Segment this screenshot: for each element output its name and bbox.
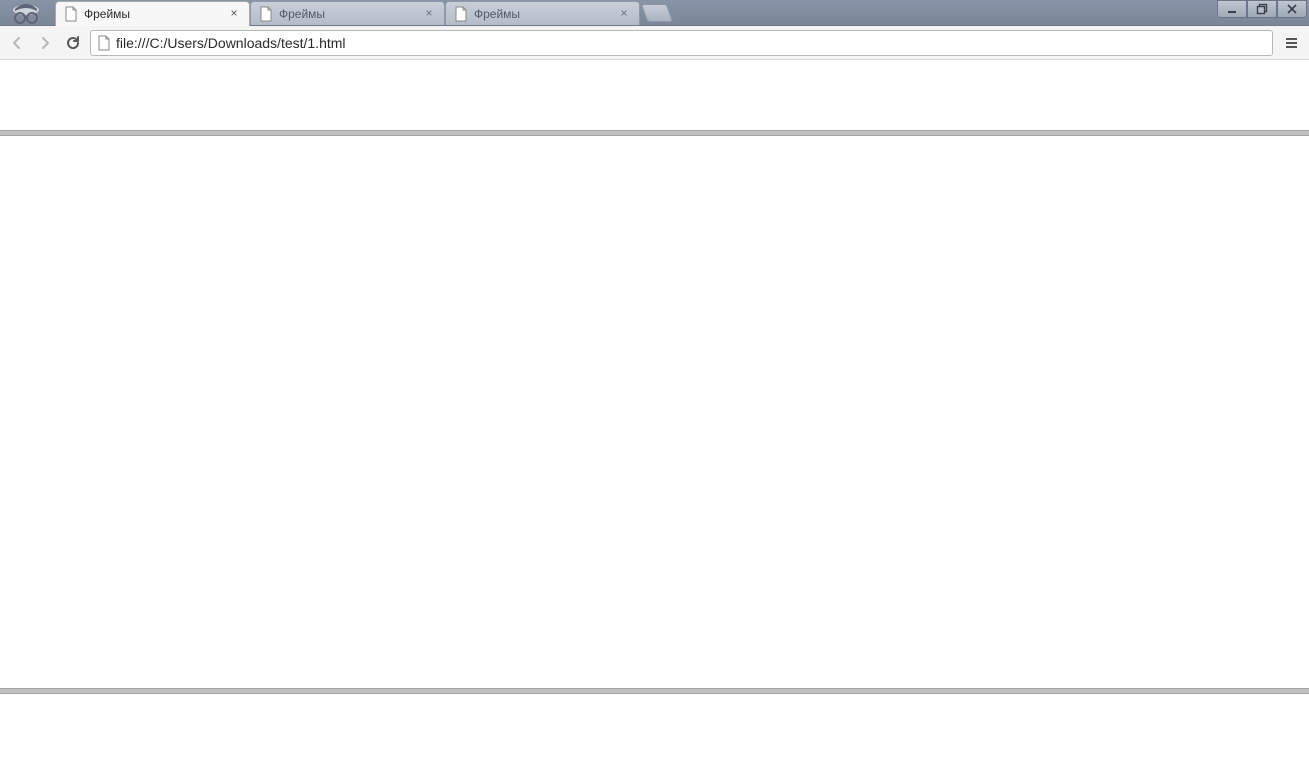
frame-row-middle (0, 136, 1309, 688)
tab-title: Фреймы (474, 7, 617, 21)
window-minimize-button[interactable] (1217, 0, 1247, 18)
window-close-button[interactable] (1277, 0, 1307, 18)
frame-row-bottom (0, 694, 1309, 764)
chrome-menu-button[interactable] (1279, 31, 1303, 55)
file-icon (454, 6, 468, 22)
reload-button[interactable] (62, 32, 84, 54)
url-input[interactable] (116, 35, 1266, 51)
browser-tab-0[interactable]: Фреймы × (55, 1, 250, 26)
page-content (0, 60, 1309, 767)
omnibox[interactable] (90, 30, 1273, 56)
browser-tab-2[interactable]: Фреймы × (445, 1, 640, 25)
window-maximize-button[interactable] (1247, 0, 1277, 18)
file-icon (259, 6, 273, 22)
window-controls (1217, 0, 1307, 20)
file-icon (97, 35, 111, 51)
browser-tab-1[interactable]: Фреймы × (250, 1, 445, 25)
tab-title: Фреймы (84, 7, 227, 21)
tab-close-button[interactable]: × (227, 7, 241, 21)
tab-title: Фреймы (279, 7, 422, 21)
back-button[interactable] (6, 32, 28, 54)
frame-row-top (0, 60, 1309, 130)
tab-close-button[interactable]: × (617, 7, 631, 21)
incognito-icon (6, 2, 46, 24)
file-icon (64, 6, 78, 22)
tab-strip: Фреймы × Фреймы × Фреймы × (0, 0, 1309, 26)
new-tab-button[interactable] (641, 4, 674, 22)
toolbar (0, 26, 1309, 60)
tab-close-button[interactable]: × (422, 7, 436, 21)
forward-button[interactable] (34, 32, 56, 54)
